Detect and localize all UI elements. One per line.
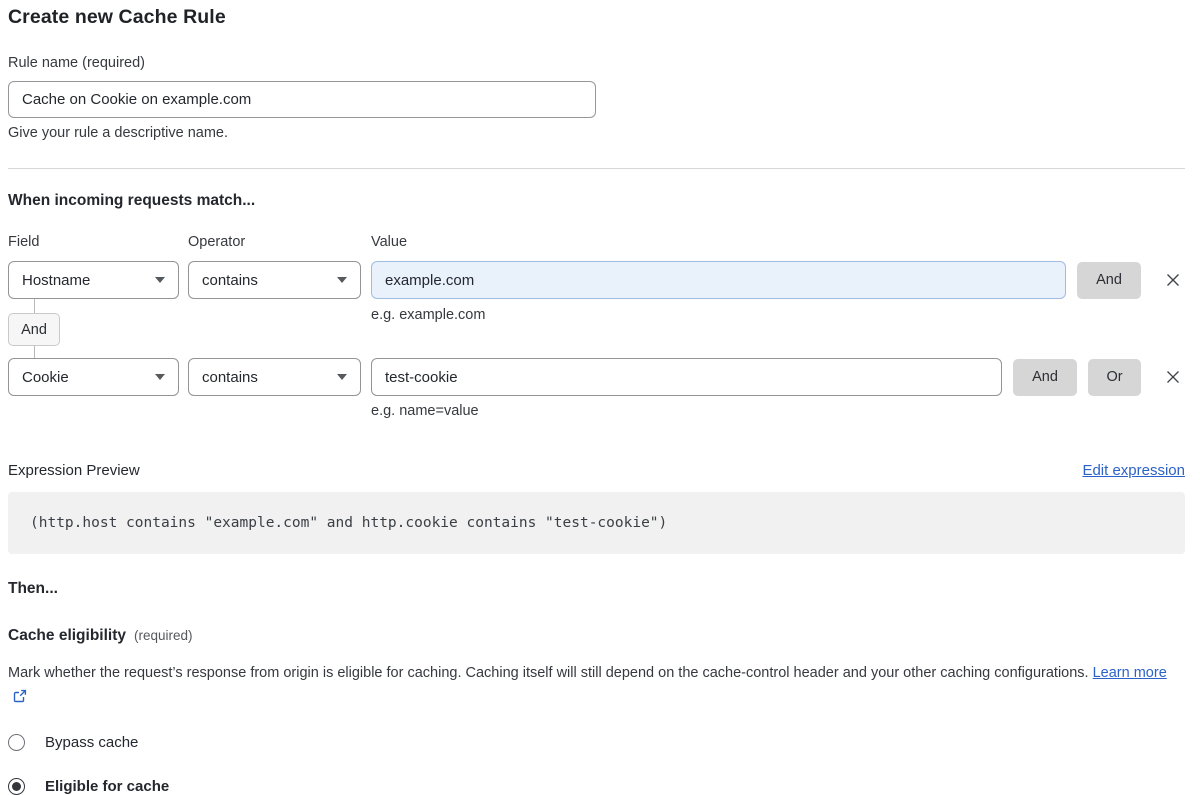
- match-heading: When incoming requests match...: [8, 192, 1185, 210]
- add-and-condition-button[interactable]: And: [1013, 359, 1077, 396]
- radio-option-bypass-cache[interactable]: Bypass cache: [8, 734, 1185, 751]
- then-heading: Then...: [8, 580, 1185, 598]
- value-area: And Or: [371, 358, 1185, 396]
- edit-expression-link[interactable]: Edit expression: [1082, 462, 1185, 479]
- radio-dot: [12, 782, 21, 791]
- create-cache-rule-form: Create new Cache Rule Rule name (require…: [8, 6, 1185, 795]
- value-hint: e.g. name=value: [371, 403, 1185, 419]
- cache-eligibility-description: Mark whether the request’s response from…: [8, 661, 1173, 709]
- close-icon: [1165, 369, 1181, 385]
- add-and-condition-button[interactable]: And: [1077, 262, 1141, 299]
- field-select[interactable]: Cookie: [8, 358, 179, 396]
- cache-eligibility-heading-row: Cache eligibility (required): [8, 627, 1185, 645]
- column-label-value: Value: [371, 234, 407, 250]
- learn-more-link[interactable]: Learn more: [1093, 665, 1167, 681]
- column-label-operator: Operator: [188, 234, 371, 250]
- column-label-field: Field: [8, 234, 188, 250]
- condition-row: Cookie contains And Or: [8, 358, 1185, 396]
- chevron-down-icon: [337, 374, 347, 380]
- close-icon: [1165, 272, 1181, 288]
- value-area: And: [371, 261, 1185, 299]
- field-select-value: Cookie: [22, 369, 69, 386]
- remove-condition-button[interactable]: [1161, 365, 1185, 389]
- connector-line: [34, 346, 35, 358]
- chevron-down-icon: [155, 374, 165, 380]
- remove-condition-button[interactable]: [1161, 268, 1185, 292]
- value-hint: e.g. example.com: [371, 307, 485, 323]
- field-select[interactable]: Hostname: [8, 261, 179, 299]
- chevron-down-icon: [155, 277, 165, 283]
- radio-label[interactable]: Eligible for cache: [45, 778, 169, 795]
- value-input[interactable]: [371, 358, 1002, 396]
- rule-name-input[interactable]: [8, 81, 596, 118]
- field-select-value: Hostname: [22, 272, 90, 289]
- operator-select[interactable]: contains: [188, 261, 361, 299]
- and-connector-button[interactable]: And: [8, 313, 60, 346]
- rule-name-label: Rule name (required): [8, 55, 1185, 71]
- operator-select-value: contains: [202, 369, 258, 386]
- section-divider: [8, 168, 1185, 169]
- expression-preview-code: (http.host contains "example.com" and ht…: [8, 492, 1185, 554]
- add-or-condition-button[interactable]: Or: [1088, 359, 1141, 396]
- rule-name-help: Give your rule a descriptive name.: [8, 125, 1185, 141]
- external-link-icon: [13, 689, 27, 703]
- operator-select-value: contains: [202, 272, 258, 289]
- radio-label[interactable]: Bypass cache: [45, 734, 138, 751]
- expression-preview-header: Expression Preview Edit expression: [8, 462, 1185, 479]
- connector-line: [34, 299, 35, 313]
- condition-columns-header: Field Operator Value: [8, 234, 1185, 250]
- radio-button-unselected[interactable]: [8, 734, 25, 751]
- chevron-down-icon: [337, 277, 347, 283]
- expression-preview-label: Expression Preview: [8, 462, 140, 479]
- condition-connector-zone: And e.g. example.com: [8, 299, 1185, 358]
- required-note: (required): [134, 628, 193, 643]
- radio-option-eligible-for-cache[interactable]: Eligible for cache: [8, 778, 1185, 795]
- value-input[interactable]: [371, 261, 1066, 299]
- cache-eligibility-heading: Cache eligibility: [8, 627, 126, 645]
- operator-select[interactable]: contains: [188, 358, 361, 396]
- description-text: Mark whether the request’s response from…: [8, 665, 1089, 681]
- radio-button-selected[interactable]: [8, 778, 25, 795]
- condition-row: Hostname contains And: [8, 261, 1185, 299]
- page-title: Create new Cache Rule: [8, 6, 1185, 29]
